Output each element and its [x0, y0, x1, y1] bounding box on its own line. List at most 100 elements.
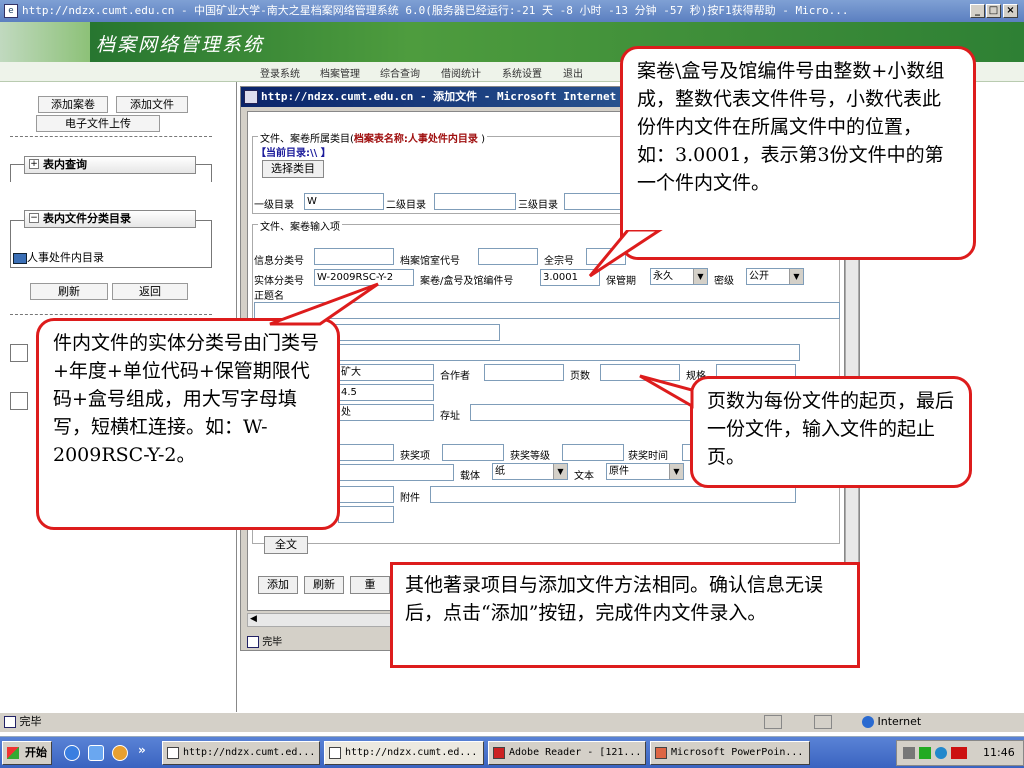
- fulltext-button[interactable]: 全文: [264, 536, 308, 554]
- globe-icon: [862, 716, 874, 728]
- award-level-label: 获奖等级: [510, 451, 550, 462]
- clock: 11:46: [983, 746, 1015, 759]
- coauthor-label: 合作者: [440, 371, 470, 382]
- divider: [10, 314, 212, 315]
- dept-input[interactable]: 处: [338, 404, 434, 421]
- security-icon: [764, 715, 782, 729]
- carrier-label: 载体: [460, 471, 480, 482]
- attachment-input[interactable]: [430, 486, 796, 503]
- ie-icon: [244, 90, 258, 104]
- menu-login[interactable]: 登录系统: [260, 65, 300, 80]
- add-file-button[interactable]: 添加文件: [116, 96, 188, 113]
- window-title-bar: e http://ndzx.cumt.edu.cn - 中国矿业大学-南大之星档案…: [0, 0, 1024, 22]
- carrier-select[interactable]: 纸 ▼: [492, 463, 568, 480]
- collapsed-panel: [10, 392, 28, 410]
- ie-icon: [247, 636, 259, 648]
- misc3-input[interactable]: [338, 506, 394, 523]
- start-button[interactable]: 开始: [2, 741, 52, 765]
- fonds-label: 全宗号: [544, 256, 574, 267]
- back-button[interactable]: 返回: [112, 283, 188, 300]
- misc2-input[interactable]: [338, 486, 394, 503]
- text-select[interactable]: 原件 ▼: [606, 463, 684, 480]
- divider: [10, 136, 212, 137]
- menu-exit[interactable]: 退出: [563, 65, 583, 80]
- ie-icon: e: [4, 4, 18, 18]
- catalog-item[interactable]: 人事处件内目录: [13, 249, 104, 265]
- computer-icon: [13, 252, 27, 264]
- refresh-form-button[interactable]: 刷新: [304, 576, 344, 594]
- close-button[interactable]: ×: [1003, 4, 1018, 18]
- award-level-input[interactable]: [562, 444, 624, 461]
- menu-settings[interactable]: 系统设置: [502, 65, 542, 80]
- banner-logo-decoration: [0, 22, 90, 62]
- refresh-button[interactable]: 刷新: [30, 283, 108, 300]
- chevron-down-icon: ▼: [669, 464, 683, 479]
- award-year-input[interactable]: [338, 444, 394, 461]
- tray-icon[interactable]: [903, 747, 915, 759]
- taskbar-item-ie-1[interactable]: http://ndzx.cumt.ed...: [162, 741, 320, 765]
- add-button[interactable]: 添加: [258, 576, 298, 594]
- ie-icon: [329, 747, 341, 759]
- archive-code-label: 档案馆室代号: [400, 256, 460, 267]
- award-label: 获奖项: [400, 451, 430, 462]
- ie-quicklaunch-icon[interactable]: [64, 745, 80, 761]
- pages-label: 页数: [570, 371, 590, 382]
- app-title: 档案网络管理系统: [96, 34, 265, 56]
- desktop-quicklaunch-icon[interactable]: [88, 745, 104, 761]
- query-panel-title[interactable]: + 表内查询: [24, 156, 196, 174]
- app-quicklaunch-icon[interactable]: [112, 745, 128, 761]
- author-input[interactable]: 矿大: [338, 364, 434, 381]
- level2-label: 二级目录: [386, 200, 426, 211]
- entity-class-callout-pointer: [269, 282, 379, 326]
- chevron-right-icon[interactable]: »: [138, 743, 146, 757]
- other-callout: 其他著录项目与添加文件方法相同。确认信息无误后，点击“添加”按钮，完成件内文件录…: [390, 562, 860, 668]
- chevron-down-icon: ▼: [693, 269, 707, 284]
- tray-icon[interactable]: [919, 747, 931, 759]
- current-dir: 【当前目录:\\ 】: [256, 148, 331, 159]
- reset-button[interactable]: 重: [350, 576, 390, 594]
- windows-logo-icon: [7, 747, 19, 759]
- taskbar-item-powerpoint[interactable]: Microsoft PowerPoin...: [650, 741, 810, 765]
- adobe-icon: [493, 747, 505, 759]
- info-class-label: 信息分类号: [254, 256, 304, 267]
- menu-archive-manage[interactable]: 档案管理: [320, 65, 360, 80]
- level1-input[interactable]: W: [304, 193, 384, 210]
- tray-icon[interactable]: [935, 747, 947, 759]
- archive-code-input[interactable]: [478, 248, 538, 265]
- secret-select[interactable]: 公开 ▼: [746, 268, 804, 285]
- powerpoint-icon: [655, 747, 667, 759]
- taskbar-item-adobe[interactable]: Adobe Reader - [121...: [488, 741, 646, 765]
- status-text: 完毕: [4, 713, 42, 731]
- level2-input[interactable]: [434, 193, 516, 210]
- coauthor-input[interactable]: [484, 364, 564, 381]
- case-no-label: 案卷/盒号及馆编件号: [420, 276, 514, 287]
- ie-icon: [4, 716, 16, 728]
- menu-query[interactable]: 综合查询: [380, 65, 420, 80]
- award-input[interactable]: [442, 444, 504, 461]
- popup-status: 完毕: [247, 633, 282, 648]
- maximize-button[interactable]: □: [986, 4, 1001, 18]
- text-label: 文本: [574, 471, 594, 482]
- archive-name: 档案表名称:人事处件内目录: [353, 134, 478, 145]
- collapsed-panel: [10, 344, 28, 362]
- ati-icon[interactable]: [951, 747, 967, 759]
- expand-icon: +: [29, 159, 39, 169]
- upload-button[interactable]: 电子文件上传: [36, 115, 160, 132]
- scroll-left-icon[interactable]: ◀: [250, 614, 257, 624]
- minimize-button[interactable]: _: [970, 4, 985, 18]
- menu-borrow-stats[interactable]: 借阅统计: [441, 65, 481, 80]
- pages-callout-pointer: [639, 374, 694, 409]
- select-category-button[interactable]: 选择类目: [262, 160, 324, 178]
- taskbar-item-ie-2[interactable]: http://ndzx.cumt.ed...: [324, 741, 484, 765]
- award-time-label: 获奖时间: [628, 451, 668, 462]
- catalog-panel-title[interactable]: − 表内文件分类目录: [24, 210, 196, 228]
- info-class-input[interactable]: [314, 248, 394, 265]
- chevron-down-icon: ▼: [553, 464, 567, 479]
- category-legend: 文件、案卷所属类目(档案表名称:人事处件内目录 ): [258, 130, 487, 145]
- add-volume-button[interactable]: 添加案卷: [38, 96, 108, 113]
- value-input[interactable]: 4.5: [338, 384, 434, 401]
- collapse-icon: −: [29, 213, 39, 223]
- attachment-label: 附件: [400, 493, 420, 504]
- misc-input[interactable]: [338, 464, 454, 481]
- zone-indicator: Internet: [862, 713, 921, 731]
